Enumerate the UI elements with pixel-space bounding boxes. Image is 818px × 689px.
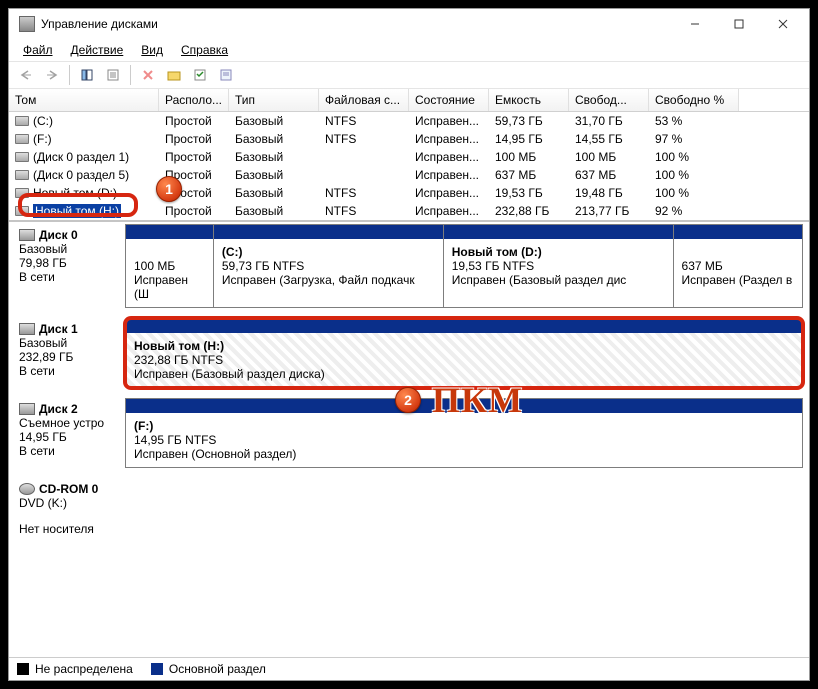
window-title: Управление дисками bbox=[41, 17, 673, 31]
cdrom-icon bbox=[19, 483, 35, 495]
disk-icon bbox=[19, 403, 35, 415]
list-button[interactable] bbox=[215, 64, 237, 86]
checklist-button[interactable] bbox=[189, 64, 211, 86]
back-button[interactable] bbox=[15, 64, 37, 86]
disk-icon bbox=[19, 323, 35, 335]
cancel-button[interactable] bbox=[137, 64, 159, 86]
disk-icon bbox=[19, 229, 35, 241]
separator bbox=[130, 65, 131, 85]
maximize-button[interactable] bbox=[717, 11, 761, 37]
menu-file[interactable]: Файл bbox=[15, 41, 61, 59]
disk-1-row: Диск 1 Базовый 232,89 ГБ В сети Новый то… bbox=[15, 318, 803, 388]
close-button[interactable] bbox=[761, 11, 805, 37]
legend-primary: Основной раздел bbox=[169, 662, 266, 676]
legend-unallocated: Не распределена bbox=[35, 662, 133, 676]
col-freepct[interactable]: Свободно % bbox=[649, 89, 739, 111]
column-headers[interactable]: Том Располо... Тип Файловая с... Состоян… bbox=[9, 89, 809, 112]
separator bbox=[69, 65, 70, 85]
cdrom-info[interactable]: CD-ROM 0 DVD (K:) Нет носителя bbox=[15, 478, 125, 540]
properties-button[interactable] bbox=[102, 64, 124, 86]
disk-type: DVD (K:) bbox=[19, 496, 121, 510]
menu-action[interactable]: Действие bbox=[63, 41, 132, 59]
minimize-button[interactable] bbox=[673, 11, 717, 37]
volume-icon bbox=[15, 134, 29, 144]
disk-size: 232,89 ГБ bbox=[19, 350, 121, 364]
disk-name: Диск 0 bbox=[39, 228, 78, 242]
annotation-marker-1: 1 bbox=[156, 176, 182, 202]
annotation-label-pkm: ПКМ bbox=[432, 379, 523, 421]
disk-0-row: Диск 0 Базовый 79,98 ГБ В сети 100 МБ Ис… bbox=[15, 224, 803, 308]
menu-view[interactable]: Вид bbox=[133, 41, 171, 59]
disk0-partition-d[interactable]: Новый том (D:) 19,53 ГБ NTFS Исправен (Б… bbox=[444, 225, 674, 307]
disk-type: Съемное устро bbox=[19, 416, 121, 430]
volume-icon bbox=[15, 116, 29, 126]
volume-icon bbox=[15, 152, 29, 162]
toolbar bbox=[9, 61, 809, 89]
swatch-primary bbox=[151, 663, 163, 675]
col-fs[interactable]: Файловая с... bbox=[319, 89, 409, 111]
volume-row[interactable]: (Диск 0 раздел 5)ПростойБазовыйИсправен.… bbox=[9, 166, 809, 184]
col-free[interactable]: Свобод... bbox=[569, 89, 649, 111]
disk-type: Базовый bbox=[19, 336, 121, 350]
disk-0-info[interactable]: Диск 0 Базовый 79,98 ГБ В сети bbox=[15, 224, 125, 308]
disk-status: В сети bbox=[19, 364, 121, 378]
disk-name: Диск 2 bbox=[39, 402, 78, 416]
cdrom-row: CD-ROM 0 DVD (K:) Нет носителя bbox=[15, 478, 803, 540]
disk-name: CD-ROM 0 bbox=[39, 482, 98, 496]
disk-2-info[interactable]: Диск 2 Съемное устро 14,95 ГБ В сети bbox=[15, 398, 125, 468]
volume-icon bbox=[15, 170, 29, 180]
disk-name: Диск 1 bbox=[39, 322, 78, 336]
volume-row[interactable]: (Диск 0 раздел 1)ПростойБазовыйИсправен.… bbox=[9, 148, 809, 166]
col-status[interactable]: Состояние bbox=[409, 89, 489, 111]
disk-1-info[interactable]: Диск 1 Базовый 232,89 ГБ В сети bbox=[15, 318, 125, 388]
col-type[interactable]: Тип bbox=[229, 89, 319, 111]
legend: Не распределена Основной раздел bbox=[9, 657, 809, 680]
forward-button[interactable] bbox=[41, 64, 63, 86]
disk-layout-pane: Диск 0 Базовый 79,98 ГБ В сети 100 МБ Ис… bbox=[9, 222, 809, 657]
col-capacity[interactable]: Емкость bbox=[489, 89, 569, 111]
disk-status: В сети bbox=[19, 444, 121, 458]
menubar: Файл Действие Вид Справка bbox=[9, 39, 809, 61]
disk0-partition-c[interactable]: (C:) 59,73 ГБ NTFS Исправен (Загрузка, Ф… bbox=[214, 225, 444, 307]
col-volume[interactable]: Том bbox=[9, 89, 159, 111]
disk-size: 79,98 ГБ bbox=[19, 256, 121, 270]
annotation-highlight-1 bbox=[18, 193, 138, 217]
volume-row[interactable]: (C:)ПростойБазовыйNTFSИсправен...59,73 Г… bbox=[9, 112, 809, 130]
volume-row[interactable]: (F:)ПростойБазовыйNTFSИсправен...14,95 Г… bbox=[9, 130, 809, 148]
disk-status: В сети bbox=[19, 270, 121, 284]
disk-status: Нет носителя bbox=[19, 522, 121, 536]
app-icon bbox=[19, 16, 35, 32]
disk0-partition-0[interactable]: 100 МБ Исправен (Ш bbox=[126, 225, 214, 307]
refresh-button[interactable] bbox=[76, 64, 98, 86]
disk1-partition-h[interactable]: Новый том (H:) 232,88 ГБ NTFS Исправен (… bbox=[126, 319, 802, 387]
titlebar: Управление дисками bbox=[9, 9, 809, 39]
menu-help[interactable]: Справка bbox=[173, 41, 236, 59]
swatch-unallocated bbox=[17, 663, 29, 675]
folder-button[interactable] bbox=[163, 64, 185, 86]
disk-type: Базовый bbox=[19, 242, 121, 256]
disk0-partition-3[interactable]: 637 МБ Исправен (Раздел в bbox=[674, 225, 802, 307]
col-layout[interactable]: Располо... bbox=[159, 89, 229, 111]
annotation-marker-2: 2 bbox=[395, 387, 421, 413]
disk-size: 14,95 ГБ bbox=[19, 430, 121, 444]
